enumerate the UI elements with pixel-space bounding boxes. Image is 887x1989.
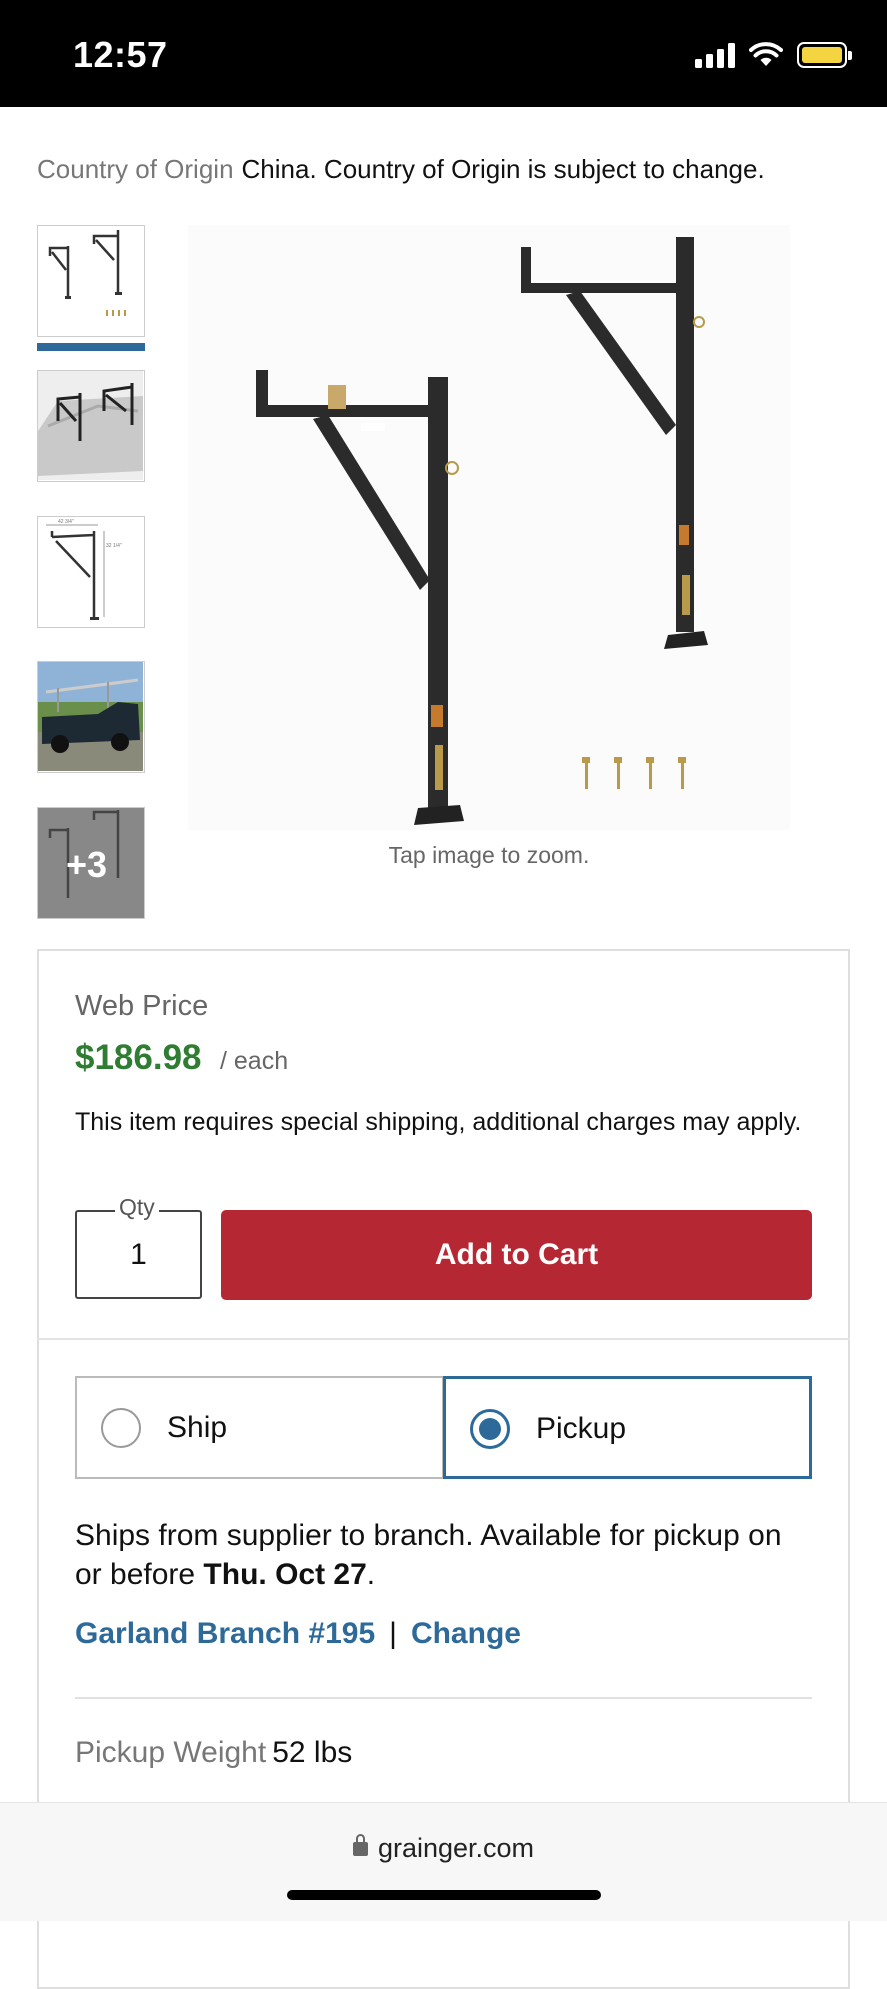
active-thumbnail-indicator: [37, 343, 145, 351]
pickup-info-text: Ships from supplier to branch. Available…: [75, 1519, 782, 1591]
quantity-input[interactable]: Qty 1: [75, 1194, 202, 1299]
status-icons: [695, 42, 852, 68]
browser-address-bar[interactable]: grainger.com: [0, 1802, 887, 1921]
pickup-date: Thu. Oct 27: [203, 1558, 367, 1591]
branch-line: Garland Branch #195 | Change: [75, 1617, 521, 1651]
wifi-icon: [749, 42, 783, 66]
branch-separator: |: [389, 1617, 397, 1650]
status-time: 12:57: [73, 34, 168, 75]
price-value: $186.98: [75, 1038, 202, 1077]
pickup-weight-label: Pickup Weight: [75, 1736, 267, 1769]
thumbnail-on-truck-bed[interactable]: [37, 370, 145, 482]
branch-link[interactable]: Garland Branch #195: [75, 1617, 375, 1650]
cellular-signal-icon: [695, 42, 735, 68]
pickup-info-end: .: [366, 1558, 376, 1591]
country-of-origin: Country of Origin China. Country of Origi…: [37, 154, 765, 185]
home-indicator[interactable]: [287, 1890, 601, 1900]
thumbnail-more[interactable]: +3: [37, 807, 145, 919]
change-branch-link[interactable]: Change: [411, 1617, 521, 1650]
main-product-image[interactable]: [188, 225, 790, 830]
status-bar: 12:57: [0, 0, 887, 107]
price-unit: / each: [220, 1047, 289, 1075]
zoom-hint: Tap image to zoom.: [388, 842, 590, 868]
lock-icon: [352, 1834, 368, 1856]
thumbnail-truck-photo[interactable]: [37, 661, 145, 773]
url-display[interactable]: grainger.com: [0, 1833, 887, 1864]
thumbnail-dimensions[interactable]: 42 3/4" 32 1/4": [37, 516, 145, 628]
ship-radio[interactable]: [101, 1408, 141, 1448]
svg-text:42 3/4": 42 3/4": [58, 519, 74, 525]
weight-divider: [75, 1697, 812, 1699]
web-price-label: Web Price: [75, 990, 209, 1022]
pickup-option[interactable]: Pickup: [443, 1376, 812, 1479]
url-text: grainger.com: [377, 1833, 535, 1863]
ship-option[interactable]: Ship: [75, 1376, 444, 1479]
qty-label: Qty: [115, 1194, 159, 1221]
special-shipping-note: This item requires special shipping, add…: [75, 1108, 802, 1136]
more-images-label: +3: [66, 844, 108, 885]
origin-value: China. Country of Origin is subject to c…: [241, 154, 765, 184]
add-to-cart-button[interactable]: Add to Cart: [221, 1210, 812, 1300]
panel-divider: [37, 1338, 850, 1340]
qty-value[interactable]: 1: [77, 1238, 200, 1272]
battery-icon: [797, 42, 852, 68]
pickup-radio[interactable]: [470, 1409, 510, 1449]
pickup-weight-value: 52 lbs: [272, 1736, 353, 1769]
pickup-option-label: Pickup: [536, 1412, 627, 1445]
thumbnail-front-view[interactable]: [37, 225, 145, 337]
svg-text:32 1/4": 32 1/4": [106, 543, 122, 549]
pickup-weight: Pickup Weight 52 lbs: [75, 1736, 352, 1770]
origin-label: Country of Origin: [37, 154, 234, 184]
pickup-availability-text: Ships from supplier to branch. Available…: [75, 1516, 815, 1594]
ship-option-label: Ship: [167, 1411, 228, 1444]
